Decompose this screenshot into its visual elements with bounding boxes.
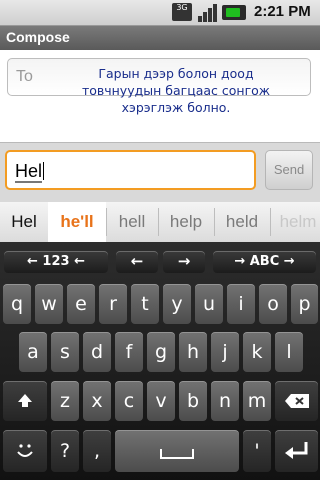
app-title: Compose	[6, 29, 70, 45]
key-z[interactable]: z	[51, 381, 79, 421]
key-e[interactable]: e	[67, 284, 95, 324]
battery-icon	[222, 5, 246, 20]
network-3g-icon: 3G	[172, 3, 192, 21]
key-question[interactable]: ?	[51, 430, 79, 472]
send-button[interactable]: Send	[265, 150, 313, 190]
key-k[interactable]: k	[243, 332, 271, 372]
enter-icon	[284, 442, 307, 459]
key-j[interactable]: j	[211, 332, 239, 372]
title-bar: Compose	[0, 25, 320, 50]
key-d[interactable]: d	[83, 332, 111, 372]
key-q[interactable]: q	[3, 284, 31, 324]
key-enter[interactable]	[275, 430, 318, 472]
key-i[interactable]: i	[227, 284, 255, 324]
key-emoticon[interactable]	[3, 430, 47, 472]
instruction-line: хэрэглэж болно.	[121, 100, 231, 115]
key-cursor-right[interactable]: →	[163, 251, 205, 273]
key-w[interactable]: w	[35, 284, 63, 324]
suggestion-item[interactable]: help	[158, 202, 214, 242]
key-apostrophe[interactable]: '	[243, 430, 271, 472]
recipient-area: To Гарын дээр болон доод товчнуудын багц…	[0, 50, 320, 142]
key-x[interactable]: x	[83, 381, 111, 421]
key-comma[interactable]: ,	[83, 430, 111, 472]
key-r[interactable]: r	[99, 284, 127, 324]
key-f[interactable]: f	[115, 332, 143, 372]
key-switch-123[interactable]: ← 123 ←	[4, 251, 108, 273]
key-h[interactable]: h	[179, 332, 207, 372]
key-o[interactable]: o	[259, 284, 287, 324]
message-input[interactable]: Hel	[5, 150, 256, 190]
suggestion-item[interactable]: held	[214, 202, 270, 242]
soft-keyboard: ← 123 ← ← → → ABC → q w e r t y u i o p …	[0, 242, 320, 480]
smiley-icon	[17, 444, 33, 457]
key-a[interactable]: a	[19, 332, 47, 372]
key-backspace[interactable]	[275, 381, 318, 421]
backspace-icon	[284, 394, 309, 408]
status-bar: 3G 2:21 PM	[0, 0, 320, 25]
instruction-overlay: Гарын дээр болон доод товчнуудын багцаас…	[48, 65, 304, 116]
key-v[interactable]: v	[147, 381, 175, 421]
key-u[interactable]: u	[195, 284, 223, 324]
key-b[interactable]: b	[179, 381, 207, 421]
clock: 2:21 PM	[254, 3, 311, 20]
key-m[interactable]: m	[243, 381, 271, 421]
key-g[interactable]: g	[147, 332, 175, 372]
key-shift[interactable]	[3, 381, 47, 421]
suggestion-item-highlighted[interactable]: he'll	[48, 202, 106, 242]
key-y[interactable]: y	[163, 284, 191, 324]
suggestion-strip: Hel he'll hell help held helm	[0, 202, 320, 243]
suggestion-item[interactable]: Hel	[0, 202, 48, 242]
instruction-line: товчнуудын багцаас сонгож	[81, 83, 271, 98]
text-cursor	[43, 162, 45, 180]
key-l[interactable]: l	[275, 332, 303, 372]
key-switch-abc[interactable]: → ABC →	[213, 251, 316, 273]
message-text: Hel	[15, 161, 43, 183]
space-icon	[160, 449, 194, 459]
key-t[interactable]: t	[131, 284, 159, 324]
compose-bar: Hel Send	[0, 142, 320, 202]
key-cursor-left[interactable]: ←	[116, 251, 158, 273]
instruction-line: Гарын дээр болон доод	[98, 66, 254, 81]
key-c[interactable]: c	[115, 381, 143, 421]
key-s[interactable]: s	[51, 332, 79, 372]
key-p[interactable]: p	[291, 284, 318, 324]
shift-icon	[18, 394, 32, 407]
signal-strength-icon	[198, 4, 217, 22]
key-n[interactable]: n	[211, 381, 239, 421]
suggestion-item[interactable]: helm	[270, 202, 320, 242]
suggestion-item[interactable]: hell	[106, 202, 158, 242]
key-space[interactable]	[115, 430, 239, 472]
recipient-placeholder: To	[16, 68, 33, 85]
